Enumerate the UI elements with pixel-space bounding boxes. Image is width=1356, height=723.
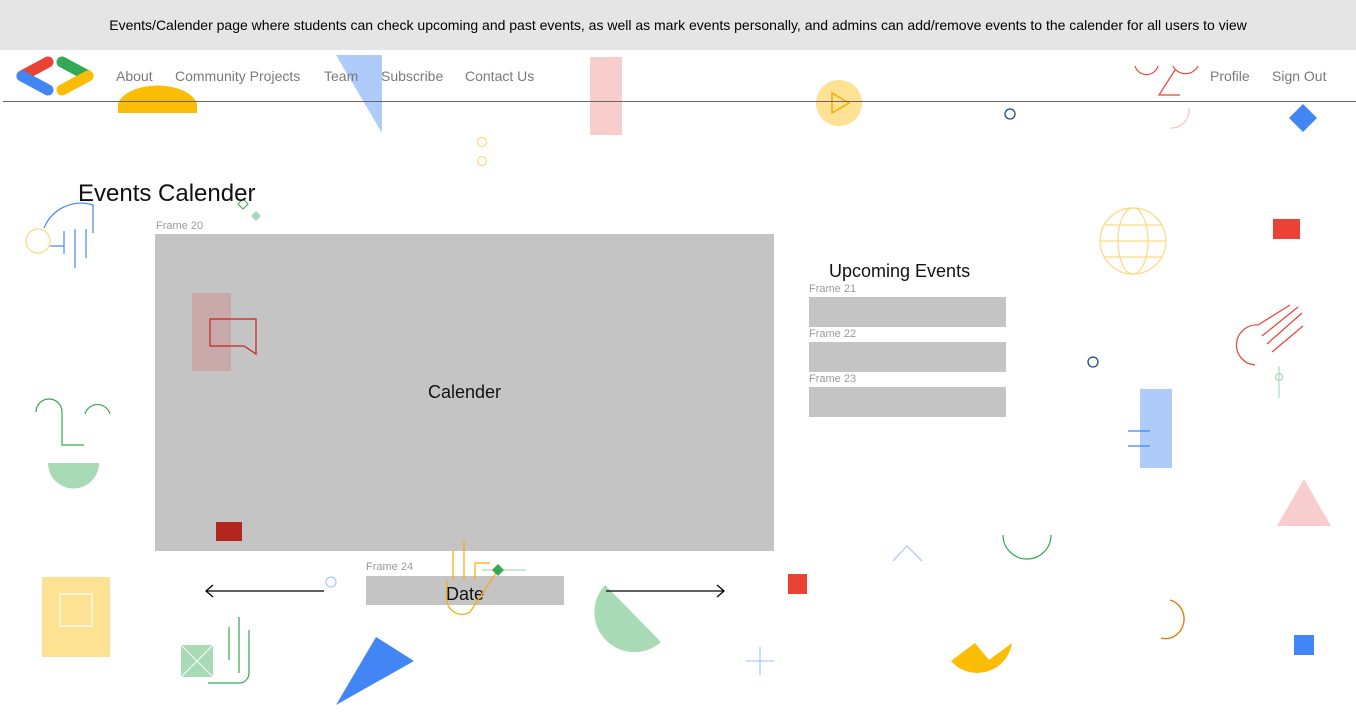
arrow-left-icon[interactable] <box>204 583 326 599</box>
nav-link-contact-us[interactable]: Contact Us <box>465 68 534 84</box>
date-frame-label: Frame 24 <box>366 561 414 573</box>
nav-divider <box>3 101 1356 102</box>
upcoming-event-item[interactable] <box>809 387 1006 417</box>
event-frame-label: Frame 21 <box>809 283 857 295</box>
calendar-placeholder[interactable]: Calender <box>155 234 774 551</box>
annotation-banner: Events/Calender page where students can … <box>0 0 1356 50</box>
nav-link-team[interactable]: Team <box>324 68 358 84</box>
nav-link-sign-out[interactable]: Sign Out <box>1272 68 1326 84</box>
event-frame-label: Frame 22 <box>809 328 857 340</box>
date-display[interactable]: Date <box>366 576 564 605</box>
upcoming-events-title: Upcoming Events <box>829 261 971 281</box>
annotation-text: Events/Calender page where students can … <box>109 17 1247 33</box>
page-title: Events Calender <box>78 180 256 207</box>
nav-link-community-projects[interactable]: Community Projects <box>175 68 300 84</box>
code-brackets-logo-icon[interactable] <box>14 55 96 97</box>
upcoming-event-item[interactable] <box>809 342 1006 372</box>
nav-link-profile[interactable]: Profile <box>1210 68 1250 84</box>
calendar-frame-label: Frame 20 <box>156 220 204 232</box>
nav-link-subscribe[interactable]: Subscribe <box>381 68 443 84</box>
calendar-label: Calender <box>427 382 502 402</box>
event-frame-label: Frame 23 <box>809 373 857 385</box>
date-label: Date <box>445 584 485 604</box>
nav-link-about[interactable]: About <box>116 68 153 84</box>
upcoming-event-item[interactable] <box>809 297 1006 327</box>
arrow-right-icon[interactable] <box>604 583 726 599</box>
